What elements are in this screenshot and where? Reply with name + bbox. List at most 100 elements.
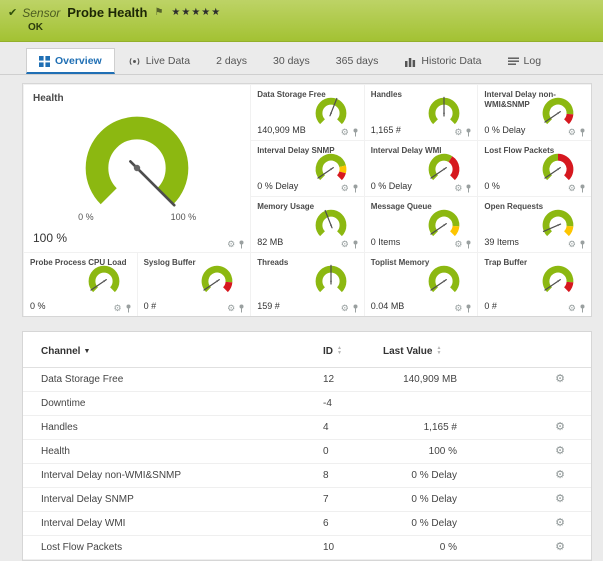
gauge-value: 0 %	[484, 181, 500, 191]
table-row-handles[interactable]: Handles 4 1,165 # ⚙	[23, 416, 591, 440]
channel-settings-gear-icon[interactable]: ⚙	[555, 421, 565, 433]
channel-settings-gear-icon[interactable]: ⚙	[555, 493, 565, 505]
gear-icon[interactable]: ⚙	[568, 304, 576, 313]
gauge-label: Interval Delay non-WMI&SNMP	[484, 90, 585, 109]
channel-cell: Interval Delay WMI	[23, 512, 323, 536]
pin-icon[interactable]	[579, 128, 586, 137]
flag-icon[interactable]: ⚑	[154, 7, 163, 18]
gear-icon[interactable]: ⚙	[227, 240, 235, 249]
gauge-label: Interval Delay WMI	[371, 146, 472, 156]
gauge-tile-syslog-buffer: Syslog Buffer 0 # ⚙	[137, 252, 251, 316]
gauge-label: Toplist Memory	[371, 258, 472, 268]
id-cell: 8	[323, 464, 383, 488]
gear-icon[interactable]: ⚙	[454, 304, 462, 313]
status-badge: OK	[28, 22, 593, 33]
gauge-value: 159 #	[257, 301, 280, 311]
column-header-last-value[interactable]: Last Value ▲▼	[383, 338, 461, 368]
tab-log[interactable]: Log	[495, 48, 555, 74]
pin-icon[interactable]	[465, 128, 472, 137]
live-signal-icon	[128, 56, 141, 67]
column-header-id[interactable]: ID▲▼	[323, 338, 383, 368]
column-header-channel[interactable]: Channel▼	[23, 338, 323, 368]
sort-updown-icon: ▲▼	[436, 346, 441, 356]
pin-icon[interactable]	[465, 240, 472, 249]
tab-label: 30 days	[273, 55, 310, 67]
gauge-value: 0.04 MB	[371, 301, 405, 311]
pin-icon[interactable]	[238, 240, 245, 249]
id-cell: 7	[323, 488, 383, 512]
table-row-downtime[interactable]: Downtime -4	[23, 392, 591, 416]
id-cell: 10	[323, 536, 383, 560]
table-row-data-storage-free[interactable]: Data Storage Free 12 140,909 MB ⚙	[23, 368, 591, 392]
table-row-health[interactable]: Health 0 100 % ⚙	[23, 440, 591, 464]
pin-icon[interactable]	[579, 184, 586, 193]
column-label: Channel	[41, 346, 80, 357]
pin-icon[interactable]	[579, 304, 586, 313]
table-row-interval-delay-snmp[interactable]: Interval Delay SNMP 7 0 % Delay ⚙	[23, 488, 591, 512]
channel-cell: Health	[23, 440, 323, 464]
gauge-tile-open-requests: Open Requests 39 Items ⚙	[477, 196, 591, 252]
pin-icon[interactable]	[579, 240, 586, 249]
tab-label: Historic Data	[421, 55, 481, 67]
sensor-header: ✔ Sensor Probe Health ⚑ ★★★★★ OK	[0, 0, 603, 42]
health-gauge-dial	[61, 104, 213, 224]
channel-cell: Handles	[23, 416, 323, 440]
tab-30-days[interactable]: 30 days	[260, 48, 323, 74]
overview-grid-icon	[39, 56, 50, 67]
pin-icon[interactable]	[352, 240, 359, 249]
last-value-cell: 0 % Delay	[383, 512, 461, 536]
gauge-label: Lost Flow Packets	[484, 146, 585, 156]
channel-settings-gear-icon[interactable]: ⚙	[555, 469, 565, 481]
tab-2-days[interactable]: 2 days	[203, 48, 260, 74]
channels-table: Channel▼ID▲▼Last Value ▲▼ Data Storage Fr…	[23, 338, 591, 560]
gauge-label: Memory Usage	[257, 202, 358, 212]
gauge-label: Trap Buffer	[484, 258, 585, 268]
channel-cell: Lost Flow Packets	[23, 536, 323, 560]
channel-settings-gear-icon[interactable]: ⚙	[555, 541, 565, 553]
pin-icon[interactable]	[465, 304, 472, 313]
gauge-label: Syslog Buffer	[144, 258, 245, 268]
table-row-interval-delay-wmi[interactable]: Interval Delay WMI 6 0 % Delay ⚙	[23, 512, 591, 536]
gauge-tile-message-queue: Message Queue 0 Items ⚙	[364, 196, 478, 252]
sensor-title: Probe Health	[67, 5, 147, 20]
gauge-tile-health: Health 0 % 100 % 100 % ⚙	[23, 84, 250, 252]
gauge-tile-toplist-memory: Toplist Memory 0.04 MB ⚙	[364, 252, 478, 316]
priority-stars[interactable]: ★★★★★	[171, 7, 221, 18]
channel-settings-gear-icon[interactable]: ⚙	[555, 445, 565, 457]
pin-icon[interactable]	[238, 304, 245, 313]
tab-historic-data[interactable]: Historic Data	[391, 48, 494, 74]
gauge-tile-threads: Threads 159 # ⚙	[250, 252, 364, 316]
last-value-cell: 1,165 #	[383, 416, 461, 440]
gauge-value: 39 Items	[484, 237, 519, 247]
tab-overview[interactable]: Overview	[26, 48, 115, 74]
pin-icon[interactable]	[465, 184, 472, 193]
gauge-value: 1,165 #	[371, 125, 401, 135]
channel-settings-gear-icon[interactable]: ⚙	[555, 517, 565, 529]
id-cell: -4	[323, 392, 383, 416]
gear-icon[interactable]: ⚙	[114, 304, 122, 313]
table-body: Data Storage Free 12 140,909 MB ⚙ Downti…	[23, 368, 591, 560]
pin-icon[interactable]	[352, 184, 359, 193]
column-label: Last Value	[383, 346, 432, 357]
last-value-cell: 100 %	[383, 440, 461, 464]
pin-icon[interactable]	[352, 128, 359, 137]
tab-365-days[interactable]: 365 days	[323, 48, 392, 74]
table-header-row: Channel▼ID▲▼Last Value ▲▼	[23, 338, 591, 368]
channels-panel: Channel▼ID▲▼Last Value ▲▼ Data Storage Fr…	[22, 331, 592, 561]
gear-icon[interactable]: ⚙	[227, 304, 235, 313]
gauge-value: 82 MB	[257, 237, 283, 247]
channel-cell: Interval Delay SNMP	[23, 488, 323, 512]
gauge-tile-handles: Handles 1,165 # ⚙	[364, 84, 478, 140]
channel-settings-gear-icon[interactable]: ⚙	[555, 373, 565, 385]
gear-icon[interactable]: ⚙	[341, 304, 349, 313]
pin-icon[interactable]	[125, 304, 132, 313]
tab-label: 2 days	[216, 55, 247, 67]
log-lines-icon	[508, 56, 519, 67]
last-value-cell: 140,909 MB	[383, 368, 461, 392]
pin-icon[interactable]	[352, 304, 359, 313]
table-row-lost-flow-packets[interactable]: Lost Flow Packets 10 0 % ⚙	[23, 536, 591, 560]
gauge-scale-max: 100 %	[171, 212, 197, 222]
id-cell: 6	[323, 512, 383, 536]
table-row-interval-delay-non-wmi-snmp[interactable]: Interval Delay non-WMI&SNMP 8 0 % Delay …	[23, 464, 591, 488]
tab-live-data[interactable]: Live Data	[115, 48, 203, 74]
